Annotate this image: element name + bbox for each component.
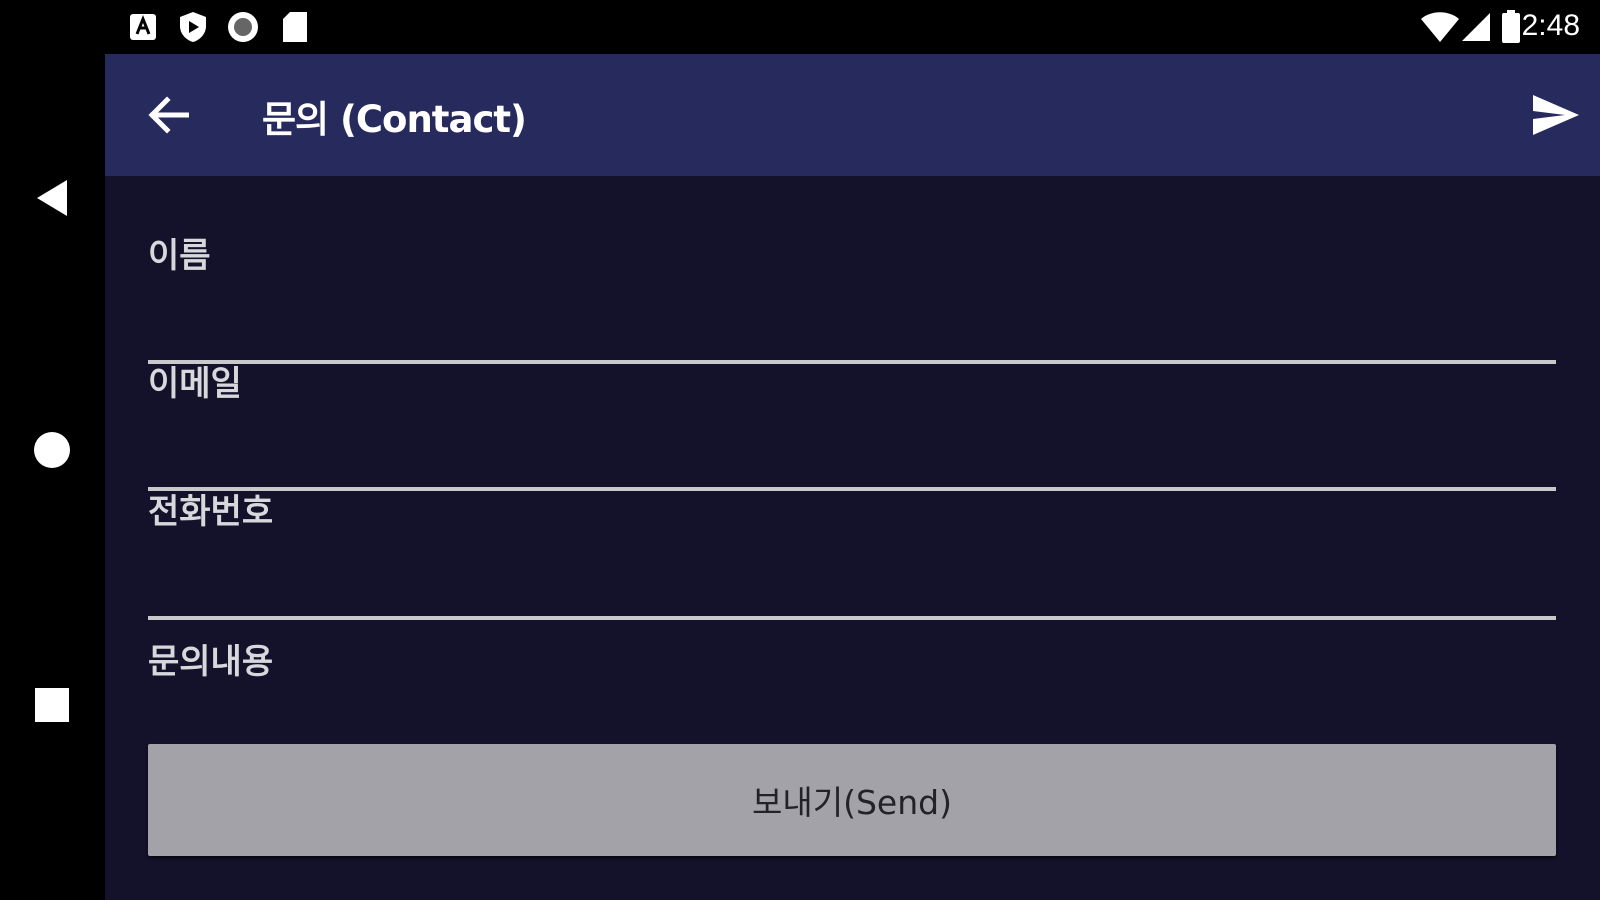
email-field-label: 이메일 bbox=[148, 364, 242, 404]
app-bar: 문의 (Contact) bbox=[105, 54, 1600, 176]
page-title: 문의 (Contact) bbox=[262, 98, 527, 141]
phone-field-label: 전화번호 bbox=[148, 492, 274, 532]
battery-icon bbox=[1498, 10, 1524, 44]
sd-card-icon bbox=[279, 10, 311, 44]
email-field-underline bbox=[148, 487, 1556, 491]
status-bar: 2:48 bbox=[105, 0, 1600, 54]
record-icon bbox=[227, 10, 259, 44]
name-field-underline bbox=[148, 360, 1556, 364]
send-icon[interactable] bbox=[1526, 88, 1586, 142]
name-field-label: 이름 bbox=[148, 236, 211, 276]
contact-form: 이름 이메일 전화번호 문의내용 보내기(Send) bbox=[105, 176, 1600, 900]
wifi-icon bbox=[1420, 10, 1460, 44]
status-time: 2:48 bbox=[1521, 9, 1580, 42]
shield-play-icon bbox=[177, 10, 209, 44]
system-navigation-bar bbox=[0, 0, 105, 900]
message-field-label: 문의내용 bbox=[148, 642, 274, 682]
cell-signal-icon bbox=[1460, 10, 1492, 44]
arrow-left-icon[interactable] bbox=[143, 90, 193, 140]
nav-home-icon[interactable] bbox=[32, 430, 72, 470]
send-button[interactable]: 보내기(Send) bbox=[148, 744, 1556, 856]
nav-back-icon[interactable] bbox=[32, 178, 72, 218]
phone-field-underline bbox=[148, 616, 1556, 620]
a-notification-icon bbox=[127, 10, 159, 44]
nav-recents-icon[interactable] bbox=[32, 685, 72, 725]
